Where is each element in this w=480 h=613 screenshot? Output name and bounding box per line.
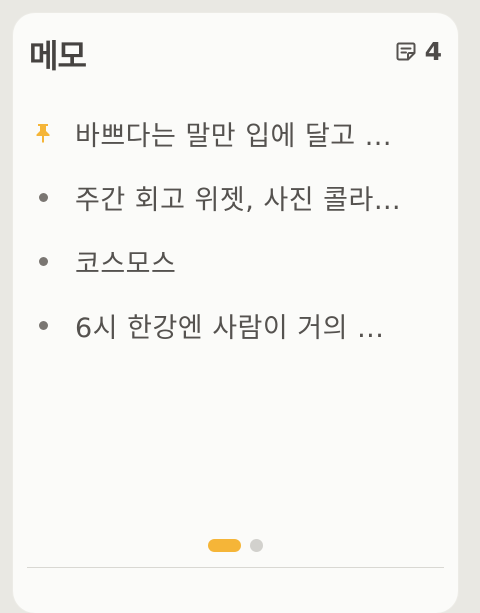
page-dot[interactable] [250,538,263,552]
widget-header: 메모 4 [29,29,442,76]
memo-count: 4 [395,36,442,66]
page-indicator[interactable] [13,538,458,552]
memo-text: 주간 회고 위젯, 사진 콜라… [75,184,402,216]
widget-title: 메모 [29,37,87,75]
memo-list: 바쁘다는 말만 입에 달고 ... 주간 회고 위젯, 사진 콜라… 코스모스 … [13,101,458,357]
memo-note-icon [396,42,416,61]
memo-item[interactable]: 코스모스 [13,229,458,293]
memo-item-pinned[interactable]: 바쁘다는 말만 입에 달고 ... [13,101,458,165]
memo-item[interactable]: 6시 한강엔 사람이 거의 ... [13,293,458,357]
page-dot-active[interactable] [208,538,241,552]
pin-icon [33,123,53,143]
bullet-icon [33,187,53,207]
bullet-icon [33,251,53,271]
memo-count-value: 4 [424,36,442,66]
memo-text: 코스모스 [75,248,177,280]
memo-item[interactable]: 주간 회고 위젯, 사진 콜라… [13,165,458,229]
memo-widget[interactable]: 메모 4 바쁘다는 말만 입에 달고 ... 주간 회고 위젯, 사진 콜라… [13,13,458,613]
divider [27,567,444,568]
bullet-icon [33,315,53,335]
memo-text: 바쁘다는 말만 입에 달고 ... [75,120,392,152]
memo-text: 6시 한강엔 사람이 거의 ... [75,312,385,344]
